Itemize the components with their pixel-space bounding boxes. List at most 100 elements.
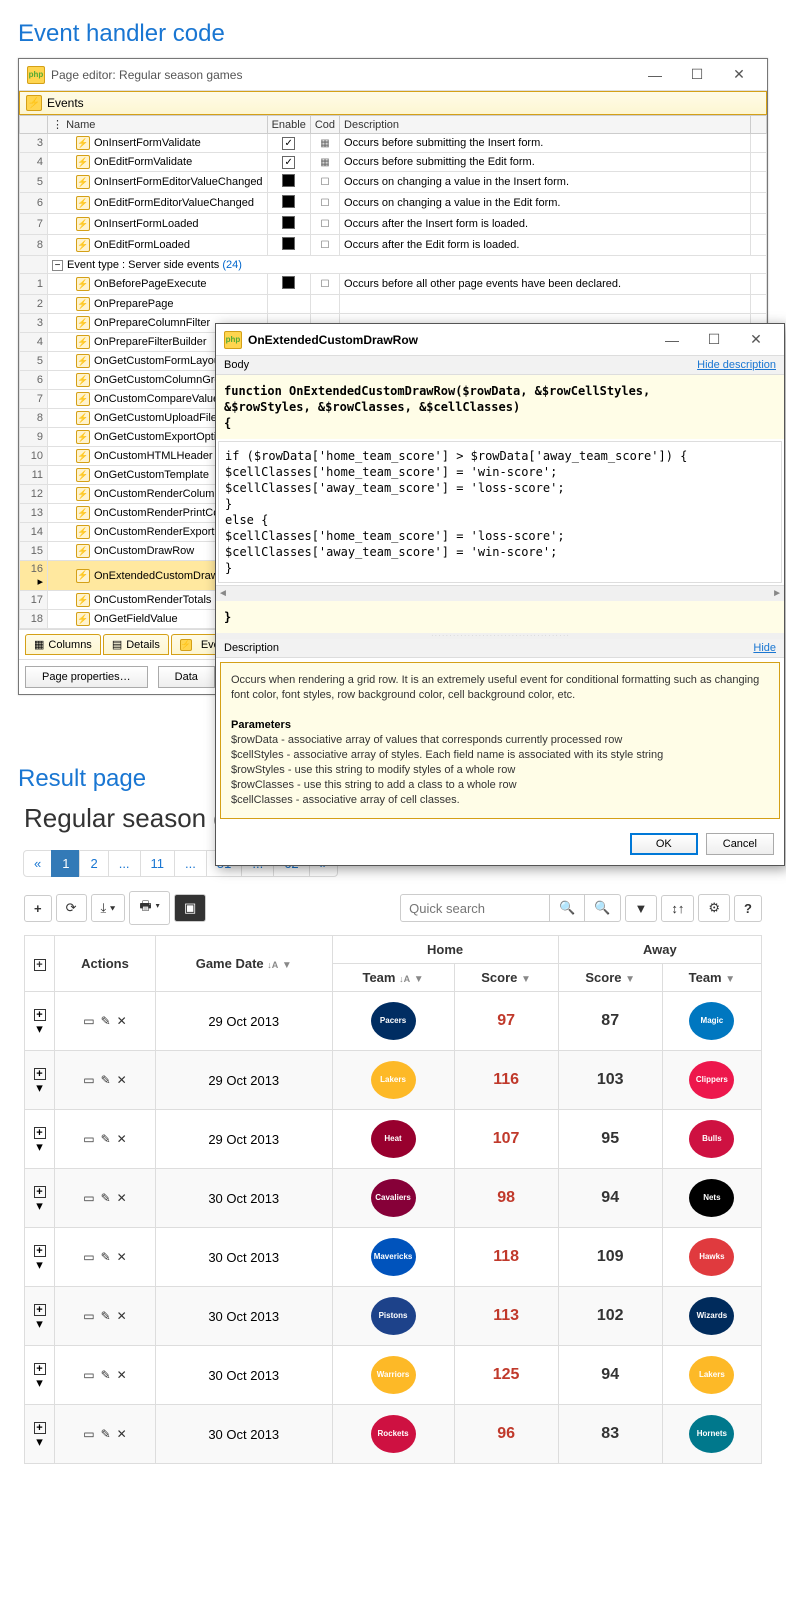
event-name[interactable]: OnGetFieldValue bbox=[94, 613, 178, 625]
page-link[interactable]: 1 bbox=[51, 850, 80, 877]
event-name[interactable]: OnInsertFormLoaded bbox=[94, 218, 199, 230]
enabled-checkbox[interactable] bbox=[282, 216, 295, 229]
event-name[interactable]: OnEditFormLoaded bbox=[94, 239, 190, 251]
col-date[interactable]: Game Date ↓A ▼ bbox=[155, 936, 332, 992]
event-name[interactable]: OnEditFormEditorValueChanged bbox=[94, 197, 254, 209]
dialog-minimize-button[interactable]: — bbox=[652, 328, 692, 352]
delete-icon[interactable]: ✕ bbox=[117, 1427, 127, 1441]
maximize-button[interactable]: ☐ bbox=[677, 63, 717, 87]
page-properties-button[interactable]: Page properties… bbox=[25, 666, 148, 688]
view-icon[interactable]: ▭ bbox=[83, 1368, 94, 1382]
edit-icon[interactable]: ✎ bbox=[101, 1250, 111, 1264]
edit-icon[interactable]: ✎ bbox=[101, 1014, 111, 1028]
delete-icon[interactable]: ✕ bbox=[117, 1309, 127, 1323]
cancel-button[interactable]: Cancel bbox=[706, 833, 774, 855]
event-name[interactable]: OnPrepareColumnFilter bbox=[94, 317, 210, 329]
search-button[interactable]: 🔍 bbox=[549, 894, 585, 922]
code-icon[interactable]: ☐ bbox=[320, 198, 329, 209]
delete-icon[interactable]: ✕ bbox=[117, 1368, 127, 1382]
delete-icon[interactable]: ✕ bbox=[117, 1132, 127, 1146]
rss-button[interactable]: ▣ bbox=[174, 894, 206, 922]
search-input[interactable] bbox=[400, 894, 550, 922]
view-icon[interactable]: ▭ bbox=[83, 1132, 94, 1146]
view-icon[interactable]: ▭ bbox=[83, 1073, 94, 1087]
print-button[interactable]: 🖶 ▾ bbox=[129, 891, 170, 925]
page-link[interactable]: 11 bbox=[140, 850, 176, 877]
code-icon[interactable]: ☐ bbox=[320, 219, 329, 230]
code-icon[interactable]: ▦ bbox=[320, 138, 329, 149]
event-name[interactable]: OnCustomDrawRow bbox=[94, 545, 194, 557]
edit-icon[interactable]: ✎ bbox=[101, 1073, 111, 1087]
col-enabled[interactable]: Enable bbox=[267, 116, 310, 134]
col-home-team[interactable]: Team ↓A ▼ bbox=[332, 964, 454, 992]
event-name[interactable]: OnGetCustomFormLayout bbox=[94, 355, 223, 367]
delete-icon[interactable]: ✕ bbox=[117, 1014, 127, 1028]
enabled-checkbox[interactable] bbox=[282, 195, 295, 208]
edit-icon[interactable]: ✎ bbox=[101, 1427, 111, 1441]
view-icon[interactable]: ▭ bbox=[83, 1191, 94, 1205]
tab-columns[interactable]: ▦ Columns bbox=[25, 634, 101, 655]
event-name[interactable]: OnInsertFormValidate bbox=[94, 137, 201, 149]
code-icon[interactable]: ▦ bbox=[320, 157, 329, 168]
page-link[interactable]: ... bbox=[108, 850, 141, 877]
event-name[interactable]: OnGetCustomExportOptions bbox=[94, 431, 234, 443]
page-link[interactable]: 2 bbox=[79, 850, 108, 877]
col-name[interactable]: Name bbox=[66, 119, 95, 131]
page-link[interactable]: « bbox=[23, 850, 52, 877]
enabled-checkbox[interactable] bbox=[282, 237, 295, 250]
event-name[interactable]: OnPreparePage bbox=[94, 298, 174, 310]
minimize-button[interactable]: — bbox=[635, 63, 675, 87]
event-name[interactable]: OnGetCustomColumnGroup bbox=[94, 374, 233, 386]
edit-icon[interactable]: ✎ bbox=[101, 1368, 111, 1382]
refresh-button[interactable]: ⟳ bbox=[56, 894, 87, 922]
edit-icon[interactable]: ✎ bbox=[101, 1309, 111, 1323]
add-button[interactable]: + bbox=[24, 895, 52, 922]
event-name[interactable]: OnEditFormValidate bbox=[94, 156, 192, 168]
page-link[interactable]: ... bbox=[174, 850, 207, 877]
enabled-checkbox[interactable] bbox=[282, 137, 295, 150]
col-desc[interactable]: Description bbox=[340, 116, 751, 134]
sort-button[interactable]: ↕↑ bbox=[661, 895, 694, 922]
ok-button[interactable]: OK bbox=[630, 833, 698, 855]
code-icon[interactable]: ☐ bbox=[320, 279, 329, 290]
dialog-maximize-button[interactable]: ☐ bbox=[694, 328, 734, 352]
code-icon[interactable]: ☐ bbox=[320, 177, 329, 188]
close-button[interactable]: ✕ bbox=[719, 63, 759, 87]
filter-button[interactable]: ▼ bbox=[625, 895, 658, 922]
event-name[interactable]: OnCustomRenderColumn bbox=[94, 488, 221, 500]
dialog-close-button[interactable]: ✕ bbox=[736, 328, 776, 352]
data-button[interactable]: Data bbox=[158, 666, 215, 688]
tab-details[interactable]: ▤ Details bbox=[103, 634, 169, 655]
view-icon[interactable]: ▭ bbox=[83, 1014, 94, 1028]
event-name[interactable]: OnGetCustomTemplate bbox=[94, 469, 209, 481]
edit-icon[interactable]: ✎ bbox=[101, 1191, 111, 1205]
search-clear-button[interactable]: 🔍 bbox=[584, 894, 620, 922]
settings-button[interactable]: ⚙ bbox=[698, 894, 730, 922]
view-icon[interactable]: ▭ bbox=[83, 1309, 94, 1323]
event-name[interactable]: OnCustomHTMLHeader bbox=[94, 450, 213, 462]
col-home-score[interactable]: Score ▼ bbox=[454, 964, 558, 992]
horizontal-scrollbar[interactable]: ◄► bbox=[216, 585, 784, 601]
enabled-checkbox[interactable] bbox=[282, 276, 295, 289]
col-actions[interactable]: Actions bbox=[55, 936, 156, 992]
event-name[interactable]: OnInsertFormEditorValueChanged bbox=[94, 176, 263, 188]
col-code[interactable]: Cod bbox=[310, 116, 339, 134]
hide-link[interactable]: Hide bbox=[753, 642, 776, 654]
export-button[interactable]: ⤓ ▾ bbox=[91, 894, 126, 922]
delete-icon[interactable]: ✕ bbox=[117, 1250, 127, 1264]
code-editor[interactable]: if ($rowData['home_team_score'] > $rowDa… bbox=[218, 441, 782, 583]
enabled-checkbox[interactable] bbox=[282, 156, 295, 169]
edit-icon[interactable]: ✎ bbox=[101, 1132, 111, 1146]
event-name[interactable]: OnPrepareFilterBuilder bbox=[94, 336, 207, 348]
group-toggle[interactable]: − bbox=[52, 260, 63, 271]
help-button[interactable]: ? bbox=[734, 895, 762, 922]
event-name[interactable]: OnCustomRenderTotals bbox=[94, 594, 211, 606]
delete-icon[interactable]: ✕ bbox=[117, 1191, 127, 1205]
delete-icon[interactable]: ✕ bbox=[117, 1073, 127, 1087]
event-name[interactable]: OnBeforePageExecute bbox=[94, 278, 207, 290]
enabled-checkbox[interactable] bbox=[282, 174, 295, 187]
code-icon[interactable]: ☐ bbox=[320, 240, 329, 251]
col-away-team[interactable]: Team ▼ bbox=[662, 964, 761, 992]
hide-description-link[interactable]: Hide description bbox=[697, 359, 776, 371]
view-icon[interactable]: ▭ bbox=[83, 1427, 94, 1441]
